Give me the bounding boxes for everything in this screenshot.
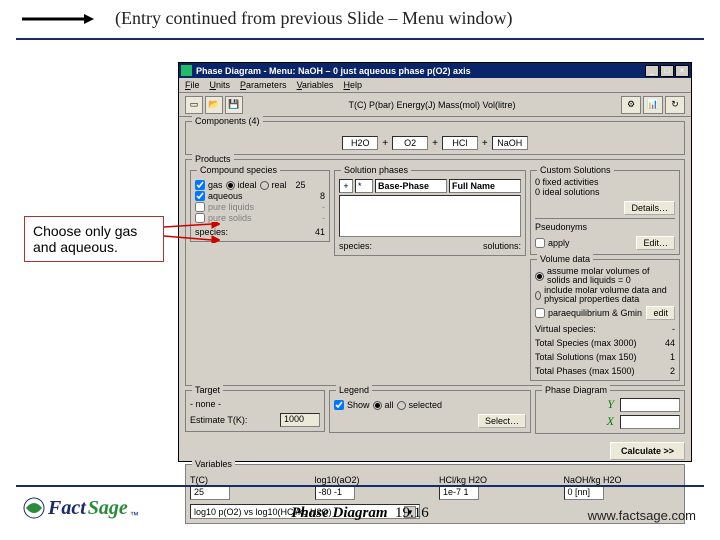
chk-pure-liquids[interactable]: pure liquids - <box>195 202 325 212</box>
header-arrow-icon <box>22 14 94 24</box>
tool-new-icon[interactable]: ▭ <box>185 96 203 114</box>
menu-units[interactable]: Units <box>210 80 231 90</box>
chk-aqueous[interactable]: aqueous 8 <box>195 191 325 201</box>
minimize-button[interactable]: _ <box>645 65 659 77</box>
close-button[interactable]: × <box>675 65 689 77</box>
x-axis-label[interactable]: X <box>607 414 614 429</box>
apply-checkbox[interactable] <box>535 238 545 248</box>
est-t-label: Estimate T(K): <box>190 415 247 425</box>
solution-solutions-label: solutions: <box>483 241 521 251</box>
solution-phases-box: Solution phases + * Base-Phase Full Name… <box>334 170 526 256</box>
component-1[interactable]: H2O <box>342 136 378 150</box>
tool-open-icon[interactable]: 📂 <box>205 96 223 114</box>
custom-line2: 0 ideal solutions <box>535 187 675 197</box>
details-button[interactable]: Details… <box>624 201 675 215</box>
toolbar-units-label: T(C) P(bar) Energy(J) Mass(mol) Vol(litr… <box>245 100 619 110</box>
solution-list[interactable] <box>339 195 521 237</box>
tool-save-icon[interactable]: 💾 <box>225 96 243 114</box>
solution-hdr-full[interactable]: Full Name <box>449 179 521 193</box>
bottom-divider <box>16 485 704 487</box>
calculate-button[interactable]: Calculate >> <box>610 442 685 460</box>
y-axis-label[interactable]: Y <box>607 397 614 412</box>
vol-opt2-radio[interactable] <box>535 291 541 300</box>
solution-hdr-plus[interactable]: + <box>339 179 353 193</box>
components-row: H2O + O2 + HCl + NaOH <box>190 136 680 150</box>
vol-opt1-radio[interactable] <box>535 272 544 281</box>
component-3[interactable]: HCl <box>442 136 478 150</box>
products-legend: Products <box>192 154 234 164</box>
gas-ideal-radio[interactable] <box>226 181 235 190</box>
gas-real-radio[interactable] <box>260 181 269 190</box>
window-title: Phase Diagram - Menu: NaOH – 0 just aque… <box>196 66 645 76</box>
component-2[interactable]: O2 <box>392 136 428 150</box>
est-t-input[interactable]: 1000 <box>280 413 320 427</box>
target-none: - none - <box>190 399 320 409</box>
solution-hdr-base[interactable]: Base-Phase <box>375 179 447 193</box>
solution-legend: Solution phases <box>341 165 411 175</box>
menu-variables[interactable]: Variables <box>297 80 334 90</box>
products-group: Products Compound species gas ideal real… <box>185 159 685 386</box>
window-buttons: _ □ × <box>645 65 689 77</box>
var-aO2-input[interactable]: -80 -1 <box>315 486 355 500</box>
aqueous-label: aqueous <box>208 191 243 201</box>
slide-header: (Entry continued from previous Slide – M… <box>115 8 512 29</box>
select-button[interactable]: Select… <box>478 414 526 428</box>
edit-button[interactable]: Edit… <box>636 236 675 250</box>
target-box: Target - none - Estimate T(K): 1000 <box>185 390 325 432</box>
solution-hdr-star[interactable]: * <box>355 179 373 193</box>
maximize-button[interactable]: □ <box>660 65 674 77</box>
pseudonyms-legend: Pseudonyms <box>535 222 675 232</box>
gmin-edit-button[interactable]: edit <box>646 306 675 320</box>
menu-file[interactable]: File <box>185 80 200 90</box>
x-axis-input[interactable] <box>620 415 680 429</box>
app-icon <box>181 65 192 76</box>
footer-url: www.factsage.com <box>588 508 696 523</box>
callout-arrow-2-icon <box>164 233 220 243</box>
callout-box: Choose only gas and aqueous. <box>24 216 164 262</box>
plus-icon: + <box>382 138 388 149</box>
toolbar: ▭ 📂 💾 T(C) P(bar) Energy(J) Mass(mol) Vo… <box>179 93 691 117</box>
products-right-col: Custom Solutions 0 fixed activities 0 id… <box>530 170 680 381</box>
tool-settings-icon[interactable]: ⚙ <box>621 96 641 114</box>
gas-checkbox[interactable] <box>195 180 205 190</box>
plus-icon: + <box>432 138 438 149</box>
app-window: Phase Diagram - Menu: NaOH – 0 just aque… <box>178 62 692 462</box>
components-legend: Components (4) <box>192 116 263 126</box>
menubar: File Units Parameters Variables Help <box>179 78 691 93</box>
var-NaOH-input[interactable]: 0 [nn] <box>564 486 604 500</box>
var-HCl-input[interactable]: 1e-7 1 <box>439 486 479 500</box>
show-checkbox[interactable] <box>334 400 344 410</box>
all-radio[interactable] <box>373 401 382 410</box>
tool-refresh-icon[interactable]: ↻ <box>665 96 685 114</box>
y-axis-input[interactable] <box>620 398 680 412</box>
top-divider <box>16 38 704 40</box>
plus-icon: + <box>482 138 488 149</box>
gas-label: gas <box>208 180 223 190</box>
titlebar: Phase Diagram - Menu: NaOH – 0 just aque… <box>179 63 691 78</box>
client-area: Components (4) H2O + O2 + HCl + NaOH Pro… <box>179 117 691 461</box>
selected-radio[interactable] <box>397 401 406 410</box>
volume-data-box: Volume data assume molar volumes of soli… <box>530 259 680 381</box>
components-group: Components (4) H2O + O2 + HCl + NaOH <box>185 121 685 155</box>
solution-species-label: species: <box>339 241 372 251</box>
pureliq-checkbox[interactable] <box>195 202 205 212</box>
species-count: 41 <box>315 227 325 237</box>
aqueous-checkbox[interactable] <box>195 191 205 201</box>
tool-chart-icon[interactable]: 📊 <box>643 96 663 114</box>
compound-legend: Compound species <box>197 165 280 175</box>
menu-help[interactable]: Help <box>343 80 362 90</box>
legend-box: Legend Show all selected Select… <box>329 390 531 433</box>
custom-solutions-box: Custom Solutions 0 fixed activities 0 id… <box>530 170 680 255</box>
chk-gas[interactable]: gas ideal real 25 <box>195 180 325 190</box>
callout-arrow-1-icon <box>164 222 220 232</box>
var-T-input[interactable]: 25 <box>190 486 230 500</box>
phase-diagram-box: Phase Diagram Y X <box>535 390 685 434</box>
paraequil-checkbox[interactable] <box>535 308 545 318</box>
menu-parameters[interactable]: Parameters <box>240 80 287 90</box>
custom-line1: 0 fixed activities <box>535 177 675 187</box>
component-4[interactable]: NaOH <box>492 136 528 150</box>
